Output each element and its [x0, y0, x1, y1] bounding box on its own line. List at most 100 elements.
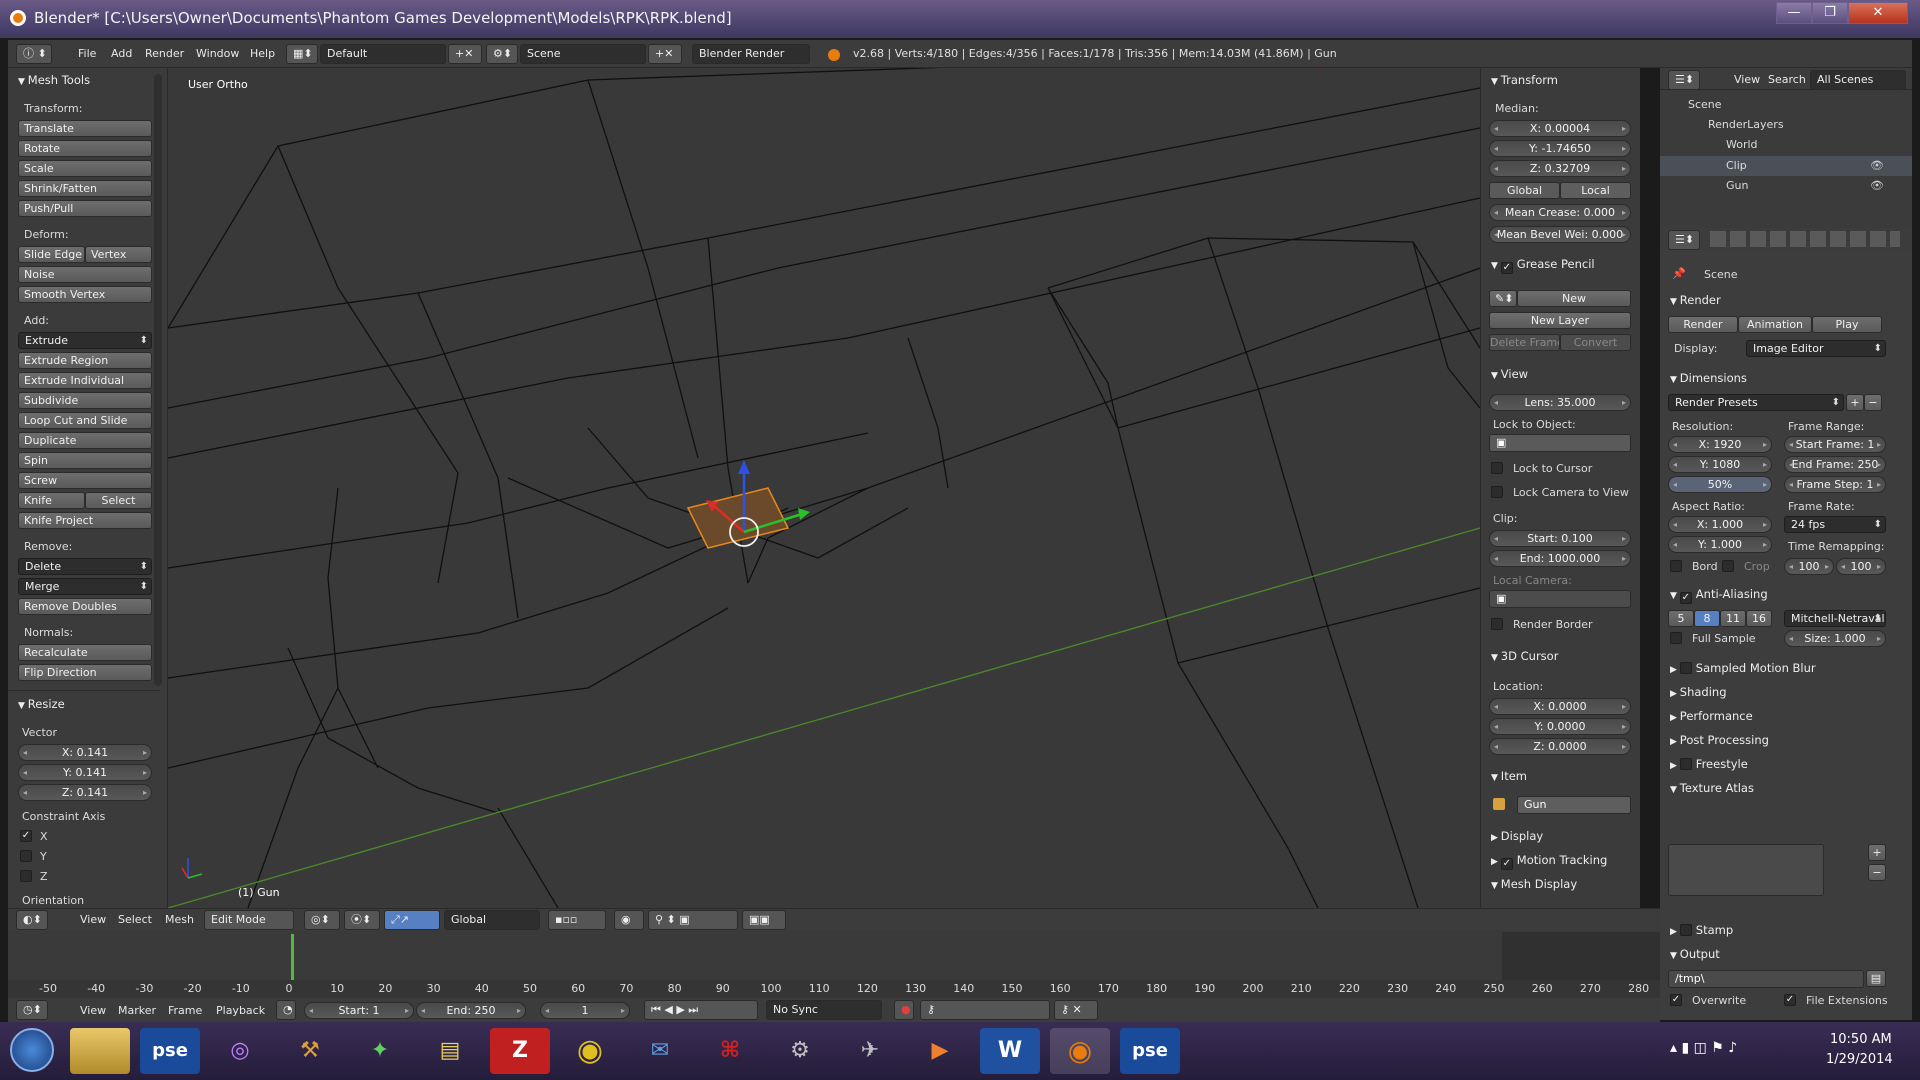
- knife-button[interactable]: Knife: [18, 492, 85, 509]
- median-y-field[interactable]: Y: -1.74650: [1489, 140, 1631, 157]
- remove-preset-button[interactable]: −: [1864, 394, 1882, 411]
- outliner-item-scene[interactable]: Scene: [1688, 98, 1722, 111]
- pivot-select[interactable]: ⦿⬍: [344, 910, 380, 930]
- snap-controls[interactable]: ⚲ ⬍ ▣: [648, 910, 738, 930]
- recalculate-button[interactable]: Recalculate: [18, 644, 152, 661]
- menu-render[interactable]: Render: [145, 47, 184, 60]
- flip-direction-button[interactable]: Flip Direction: [18, 664, 152, 681]
- app-icon[interactable]: ◎: [210, 1028, 270, 1074]
- crop-checkbox[interactable]: [1722, 560, 1734, 572]
- scene-add-remove-icon[interactable]: +✕: [648, 44, 682, 64]
- chrome-icon[interactable]: ◉: [560, 1028, 620, 1074]
- extrude-select[interactable]: Extrude: [18, 332, 152, 349]
- extrude-region-button[interactable]: Extrude Region: [18, 352, 152, 369]
- render-button[interactable]: Render: [1668, 316, 1738, 333]
- noise-button[interactable]: Noise: [18, 266, 152, 283]
- render-panel-header[interactable]: Render: [1660, 290, 1912, 310]
- preview-range-toggle[interactable]: ◔: [276, 1000, 296, 1020]
- outliner-item-renderlayers[interactable]: RenderLayers: [1708, 118, 1784, 131]
- timeline-end-field[interactable]: End: 250: [416, 1002, 526, 1019]
- mode-select[interactable]: Edit Mode: [204, 910, 294, 930]
- output-panel-header[interactable]: Output: [1660, 944, 1912, 964]
- remove-doubles-button[interactable]: Remove Doubles: [18, 598, 152, 615]
- aa-size-field[interactable]: Size: 1.000: [1784, 630, 1886, 647]
- aa-samples-16[interactable]: 16: [1746, 610, 1772, 627]
- new-layer-button[interactable]: New Layer: [1489, 312, 1631, 329]
- mesh-menu[interactable]: Mesh: [165, 913, 194, 926]
- cursor-y-field[interactable]: Y: 0.0000: [1489, 718, 1631, 735]
- anti-aliasing-checkbox[interactable]: ✓: [1679, 592, 1692, 604]
- photoshop-elements-icon[interactable]: pse: [1120, 1028, 1180, 1074]
- app-icon[interactable]: ✉: [630, 1028, 690, 1074]
- cursor-z-field[interactable]: Z: 0.0000: [1489, 738, 1631, 755]
- shading-panel-header[interactable]: Shading: [1660, 682, 1912, 702]
- end-frame-field[interactable]: End Frame: 250: [1784, 456, 1886, 473]
- 3d-viewport[interactable]: User Ortho (1) Gun: [168, 68, 1480, 908]
- pencil-icon[interactable]: ✎⬍: [1489, 290, 1517, 307]
- eye-icon[interactable]: 👁: [1870, 179, 1884, 192]
- sync-select[interactable]: No Sync: [766, 1000, 882, 1020]
- aa-filter-select[interactable]: Mitchell-Netraval: [1784, 610, 1886, 627]
- view3d-type-icon[interactable]: ◐⬍: [16, 910, 48, 930]
- screw-button[interactable]: Screw: [18, 472, 152, 489]
- timeline-type-icon[interactable]: ◷⬍: [16, 1000, 48, 1020]
- app-icon[interactable]: ▤: [420, 1028, 480, 1074]
- playback-menu[interactable]: Playback: [216, 1004, 265, 1017]
- scene-icon[interactable]: ⚙⬍: [486, 44, 518, 64]
- pin-icon[interactable]: 📌: [1672, 267, 1686, 280]
- freestyle-checkbox[interactable]: [1679, 758, 1692, 770]
- view-panel-header[interactable]: View: [1481, 364, 1640, 384]
- median-z-field[interactable]: Z: 0.32709: [1489, 160, 1631, 177]
- record-button[interactable]: ●: [894, 1000, 914, 1020]
- occlude-toggle[interactable]: ◉: [614, 910, 644, 930]
- outliner-item-world[interactable]: World: [1726, 138, 1758, 151]
- frame-menu[interactable]: Frame: [168, 1004, 202, 1017]
- word-icon[interactable]: W: [980, 1028, 1040, 1074]
- grease-pencil-checkbox[interactable]: ✓: [1500, 262, 1513, 274]
- current-frame-marker[interactable]: [291, 934, 294, 982]
- delete-select[interactable]: Delete: [18, 558, 152, 575]
- mean-crease-field[interactable]: Mean Crease: 0.000: [1489, 204, 1631, 221]
- steam-icon[interactable]: ⚙: [770, 1028, 830, 1074]
- freestyle-panel-header[interactable]: Freestyle: [1660, 754, 1912, 774]
- start-button[interactable]: [10, 1028, 54, 1072]
- scale-button[interactable]: Scale: [18, 160, 152, 177]
- convert-button[interactable]: Convert: [1560, 334, 1631, 351]
- outliner-item-gun[interactable]: Gun: [1726, 179, 1748, 192]
- translate-button[interactable]: Translate: [18, 120, 152, 137]
- motion-tracking-checkbox[interactable]: ✓: [1500, 858, 1513, 870]
- outliner-view-menu[interactable]: View: [1734, 73, 1760, 86]
- tray-icons[interactable]: ▴ ▮ ◫ ⚑ ♪: [1670, 1040, 1737, 1056]
- display-select[interactable]: Image Editor: [1746, 340, 1886, 357]
- push-pull-button[interactable]: Push/Pull: [18, 200, 152, 217]
- atlas-remove-button[interactable]: −: [1868, 864, 1886, 881]
- view-menu[interactable]: View: [80, 913, 106, 926]
- resize-x-field[interactable]: X: 0.141: [18, 744, 152, 761]
- duplicate-button[interactable]: Duplicate: [18, 432, 152, 449]
- start-frame-field[interactable]: Start Frame: 1: [1784, 436, 1886, 453]
- file-extensions-checkbox[interactable]: ✓: [1784, 994, 1796, 1006]
- constraint-y-checkbox[interactable]: [20, 850, 32, 862]
- clip-start-field[interactable]: Start: 0.100: [1489, 530, 1631, 547]
- border-checkbox[interactable]: [1670, 560, 1682, 572]
- aa-samples-5[interactable]: 5: [1668, 610, 1694, 627]
- render-border-checkbox[interactable]: [1491, 618, 1503, 630]
- subdivide-button[interactable]: Subdivide: [18, 392, 152, 409]
- scene-field[interactable]: Scene: [520, 44, 646, 64]
- current-frame-field[interactable]: 1: [540, 1002, 630, 1019]
- lock-object-field[interactable]: ▣: [1489, 434, 1631, 452]
- outliner-item-clip[interactable]: Clip: [1726, 159, 1747, 172]
- all-scenes-select[interactable]: All Scenes: [1810, 70, 1906, 90]
- orientation-select[interactable]: Global: [444, 910, 540, 930]
- add-preset-button[interactable]: +: [1846, 394, 1864, 411]
- outliner-type-icon[interactable]: ☰⬍: [1668, 70, 1700, 90]
- aspect-x-field[interactable]: X: 1.000: [1668, 516, 1772, 533]
- loop-cut-button[interactable]: Loop Cut and Slide: [18, 412, 152, 429]
- folder-browse-icon[interactable]: ▤: [1866, 970, 1886, 987]
- animation-button[interactable]: Animation: [1738, 316, 1812, 333]
- motion-tracking-panel-header[interactable]: ✓Motion Tracking: [1481, 850, 1640, 870]
- minimize-button[interactable]: —: [1776, 2, 1812, 24]
- slide-edge-button[interactable]: Slide Edge: [18, 246, 85, 263]
- lens-field[interactable]: Lens: 35.000: [1489, 394, 1631, 411]
- mean-bevel-field[interactable]: Mean Bevel Wei: 0.000: [1489, 226, 1631, 243]
